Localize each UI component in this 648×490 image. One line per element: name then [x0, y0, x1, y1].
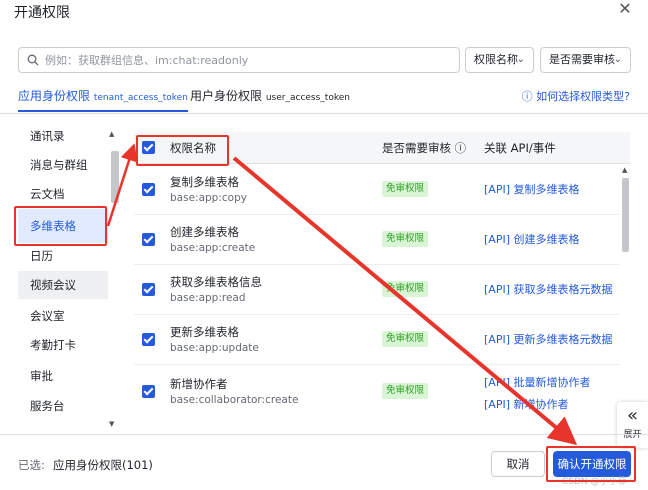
permission-name: 创建多维表格	[170, 225, 239, 239]
status-badge: 免审权限	[382, 231, 429, 247]
table-row[interactable]: 获取多维表格信息 base:app:read 免审权限 [API] 获取多维表格…	[134, 265, 620, 315]
sidebar-item-contacts[interactable]: 通讯录	[18, 122, 108, 150]
table-scrollbar[interactable]	[622, 178, 629, 252]
annotation-box-confirm	[546, 446, 636, 482]
permission-code: base:app:update	[170, 342, 259, 354]
permission-code: base:collaborator:create	[170, 394, 299, 406]
permission-name: 更新多维表格	[170, 325, 239, 339]
selected-value: 应用身份权限(101)	[53, 458, 153, 472]
search-input[interactable]	[45, 51, 445, 69]
sidebar-item-attendance[interactable]: 考勤打卡	[18, 331, 108, 359]
row-checkbox[interactable]	[142, 333, 155, 346]
sidebar-item-label: 日历	[30, 249, 53, 263]
scroll-up-icon[interactable]: ▲	[109, 130, 114, 138]
tab-sub-label: tenant_access_token	[93, 93, 188, 103]
double-chevron-left-icon: «	[626, 405, 638, 426]
sidebar-item-docs[interactable]: 云文档	[18, 180, 108, 208]
token-tabs: 应用身份权限 tenant_access_token 用户身份权限 user_a…	[18, 86, 630, 112]
row-checkbox[interactable]	[142, 183, 155, 196]
scroll-up-icon[interactable]: ▲	[622, 166, 627, 174]
tab-user-access[interactable]: 用户身份权限 user_access_token	[190, 86, 350, 112]
sidebar-item-tasks[interactable]: 任务	[18, 422, 108, 430]
permission-code: base:app:create	[170, 242, 256, 254]
api-link[interactable]: [API] 获取多维表格元数据	[484, 281, 612, 297]
sidebar-item-label: 会议室	[30, 309, 65, 323]
sidebar-item-messages[interactable]: 消息与群组	[18, 151, 108, 179]
table-row[interactable]: 复制多维表格 base:app:copy 免审权限 [API] 复制多维表格	[134, 165, 620, 215]
api-link[interactable]: [API] 批量新增协作者	[484, 374, 590, 390]
review-filter[interactable]: 是否需要审核 ⌄	[540, 47, 631, 73]
search-box[interactable]	[18, 47, 460, 73]
dialog-header: 开通权限 ✕	[0, 0, 648, 22]
column-api: 关联 API/事件	[484, 141, 556, 155]
permission-name-filter-label: 权限名称	[474, 53, 518, 66]
sidebar-item-approval[interactable]: 审批	[18, 362, 108, 390]
sidebar-item-meeting-room[interactable]: 会议室	[18, 302, 108, 330]
sidebar-item-label: 考勤打卡	[30, 338, 76, 352]
api-link[interactable]: [API] 更新多维表格元数据	[484, 331, 612, 347]
tab-label: 用户身份权限	[190, 89, 263, 103]
help-link-label: 如何选择权限类型?	[536, 90, 630, 103]
permission-name-filter[interactable]: 权限名称 ⌄	[465, 47, 534, 73]
cancel-button[interactable]: 取消	[491, 451, 545, 477]
annotation-box-sidebar	[14, 206, 107, 246]
tab-sub-label: user_access_token	[265, 93, 350, 103]
selected-label: 已选:	[18, 458, 45, 472]
tab-tenant-access[interactable]: 应用身份权限 tenant_access_token	[18, 86, 188, 112]
table-row[interactable]: 创建多维表格 base:app:create 免审权限 [API] 创建多维表格	[134, 215, 620, 265]
chevron-down-icon: ⌄	[613, 54, 622, 65]
permission-code: base:app:copy	[170, 192, 247, 204]
question-icon[interactable]: ⓘ	[455, 141, 467, 155]
api-link[interactable]: [API] 新增协作者	[484, 396, 568, 412]
permission-name: 获取多维表格信息	[170, 275, 262, 289]
annotation-box-header	[136, 135, 229, 166]
row-checkbox[interactable]	[142, 233, 155, 246]
help-link[interactable]: ⓘ 如何选择权限类型?	[522, 88, 630, 104]
status-badge: 免审权限	[382, 281, 429, 297]
divider	[0, 434, 648, 435]
close-icon[interactable]: ✕	[616, 0, 634, 18]
sidebar-scrollbar[interactable]	[111, 151, 119, 203]
permission-code: base:app:read	[170, 292, 246, 304]
api-link[interactable]: [API] 创建多维表格	[484, 231, 579, 247]
row-checkbox[interactable]	[142, 283, 155, 296]
divider	[0, 113, 648, 114]
api-link[interactable]: [API] 复制多维表格	[484, 181, 579, 197]
sidebar-item-label: 通讯录	[30, 129, 65, 143]
sidebar-item-label: 消息与群组	[30, 158, 88, 172]
sidebar-item-video-meeting[interactable]: 视频会议	[18, 271, 108, 299]
column-review-label: 是否需要审核	[382, 141, 451, 155]
review-filter-label: 是否需要审核	[549, 53, 615, 66]
category-sidebar: 通讯录 消息与群组 云文档 多维表格 日历 视频会议 会议室 考勤打卡 审批 服…	[18, 122, 120, 430]
question-icon: ⓘ	[521, 90, 533, 103]
tab-label: 应用身份权限	[18, 89, 91, 103]
sidebar-item-label: 云文档	[30, 187, 65, 201]
sidebar-item-label: 任务	[30, 429, 53, 430]
sidebar-item-label: 视频会议	[30, 278, 76, 292]
search-icon	[27, 54, 39, 66]
status-badge: 免审权限	[382, 181, 429, 197]
sidebar-item-label: 服务台	[30, 399, 65, 413]
sidebar-item-calendar[interactable]: 日历	[18, 242, 108, 270]
table-row[interactable]: 新增协作者 base:collaborator:create 免审权限 [API…	[134, 365, 620, 420]
scroll-down-icon[interactable]: ▼	[109, 420, 114, 428]
column-review: 是否需要审核 ⓘ	[382, 140, 466, 156]
status-badge: 免审权限	[382, 383, 429, 399]
permission-name: 新增协作者	[170, 377, 228, 391]
dialog-title: 开通权限	[14, 5, 70, 21]
permission-name: 复制多维表格	[170, 175, 239, 189]
table-row[interactable]: 更新多维表格 base:app:update 免审权限 [API] 更新多维表格…	[134, 315, 620, 365]
sidebar-item-label: 审批	[30, 369, 53, 383]
sidebar-item-helpdesk[interactable]: 服务台	[18, 392, 108, 420]
status-badge: 免审权限	[382, 331, 429, 347]
expand-panel-button[interactable]: « 展开	[617, 402, 648, 448]
chevron-down-icon: ⌄	[516, 54, 525, 65]
row-checkbox[interactable]	[142, 385, 155, 398]
